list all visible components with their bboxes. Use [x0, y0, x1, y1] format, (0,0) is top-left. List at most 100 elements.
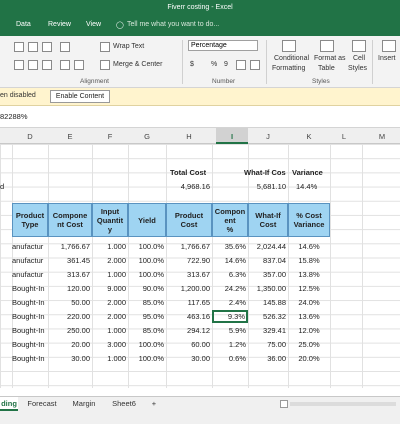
- table-cell[interactable]: 85.0%: [128, 298, 164, 307]
- formula-bar[interactable]: 82288%: [0, 106, 400, 128]
- insert-icon[interactable]: [382, 40, 396, 52]
- table-cell[interactable]: 313.67: [166, 270, 210, 279]
- table-cell[interactable]: 1.000: [92, 326, 126, 335]
- table-cell[interactable]: 2,024.44: [248, 242, 286, 251]
- table-cell[interactable]: 1,350.00: [248, 284, 286, 293]
- cell-styles-label-2[interactable]: Styles: [348, 65, 367, 72]
- align-top-icon[interactable]: [14, 42, 24, 52]
- table-cell[interactable]: 13.8%: [288, 270, 330, 279]
- table-cell[interactable]: 2.000: [92, 298, 126, 307]
- table-cell[interactable]: 100.0%: [128, 256, 164, 265]
- header-whatif-cost[interactable]: What-If Cost: [248, 203, 288, 237]
- format-as-table-label[interactable]: Format as: [314, 55, 346, 62]
- table-cell[interactable]: 294.12: [166, 326, 210, 335]
- conditional-formatting-label[interactable]: Conditional: [274, 55, 309, 62]
- table-cell[interactable]: 1,766.67: [166, 242, 210, 251]
- align-bottom-icon[interactable]: [42, 42, 52, 52]
- merge-center-icon[interactable]: [100, 60, 110, 70]
- wrap-text-button[interactable]: Wrap Text: [113, 43, 144, 50]
- table-cell[interactable]: 220.00: [48, 312, 90, 321]
- table-cell[interactable]: 0.6%: [212, 354, 246, 363]
- table-cell[interactable]: Bought-In: [12, 284, 48, 293]
- table-cell[interactable]: 329.41: [248, 326, 286, 335]
- table-cell[interactable]: 722.90: [166, 256, 210, 265]
- column-header-d[interactable]: D: [27, 132, 32, 141]
- table-cell[interactable]: 100.0%: [128, 340, 164, 349]
- table-cell[interactable]: 837.04: [248, 256, 286, 265]
- table-cell[interactable]: 36.00: [248, 354, 286, 363]
- orientation-icon[interactable]: [60, 42, 70, 52]
- table-cell[interactable]: 85.0%: [128, 326, 164, 335]
- table-cell[interactable]: 12.5%: [288, 284, 330, 293]
- table-cell[interactable]: 35.6%: [212, 242, 246, 251]
- table-cell[interactable]: 1,766.67: [48, 242, 90, 251]
- table-cell[interactable]: 1,200.00: [166, 284, 210, 293]
- table-cell[interactable]: 1.000: [92, 354, 126, 363]
- table-cell[interactable]: 12.0%: [288, 326, 330, 335]
- table-cell[interactable]: 361.45: [48, 256, 90, 265]
- variance-value[interactable]: 14.4%: [296, 182, 317, 191]
- sheet-tab-margin[interactable]: Margin: [64, 397, 104, 411]
- table-cell[interactable]: Bought-In: [12, 312, 48, 321]
- merge-center-button[interactable]: Merge & Center: [113, 61, 162, 68]
- align-left-icon[interactable]: [14, 60, 24, 70]
- table-cell[interactable]: 357.00: [248, 270, 286, 279]
- worksheet-grid[interactable]: [0, 144, 400, 388]
- tab-data[interactable]: Data: [16, 21, 31, 28]
- table-cell[interactable]: Bought-In: [12, 340, 48, 349]
- table-cell[interactable]: 15.8%: [288, 256, 330, 265]
- table-cell[interactable]: 526.32: [248, 312, 286, 321]
- sheet-tab-costing[interactable]: ding: [0, 397, 18, 411]
- table-cell[interactable]: Bought-In: [12, 326, 48, 335]
- header-component-percent[interactable]: Compon ent%: [212, 203, 248, 237]
- table-cell[interactable]: 14.6%: [212, 256, 246, 265]
- table-cell[interactable]: 6.3%: [212, 270, 246, 279]
- table-cell[interactable]: 75.00: [248, 340, 286, 349]
- table-cell[interactable]: anufactur: [12, 256, 48, 265]
- scroll-left-icon[interactable]: [280, 400, 288, 408]
- column-header-j[interactable]: J: [266, 132, 270, 141]
- header-input-quantity[interactable]: Input Quantit y: [92, 203, 128, 237]
- align-center-icon[interactable]: [28, 60, 38, 70]
- table-cell[interactable]: 117.65: [166, 298, 210, 307]
- percent-button[interactable]: %: [211, 61, 217, 68]
- table-cell[interactable]: anufactur: [12, 270, 48, 279]
- comma-button[interactable]: 9: [224, 61, 228, 68]
- add-sheet-button[interactable]: +: [148, 397, 160, 411]
- table-cell[interactable]: 30.00: [48, 354, 90, 363]
- cell-styles-icon[interactable]: [352, 40, 366, 52]
- table-cell[interactable]: 2.4%: [212, 298, 246, 307]
- increase-indent-icon[interactable]: [74, 60, 84, 70]
- increase-decimal-icon[interactable]: [236, 60, 246, 70]
- tell-me-input[interactable]: Tell me what you want to do...: [127, 21, 219, 28]
- header-product-type[interactable]: Product Type: [12, 203, 48, 237]
- total-cost-value[interactable]: 4,968.16: [166, 182, 210, 191]
- column-header-f[interactable]: F: [108, 132, 113, 141]
- sheet-tab-sheet6[interactable]: Sheet6: [106, 397, 142, 411]
- column-header-g[interactable]: G: [144, 132, 150, 141]
- header-cost-variance[interactable]: % Cost Variance: [288, 203, 330, 237]
- table-cell[interactable]: 13.6%: [288, 312, 330, 321]
- table-cell[interactable]: 9.000: [92, 284, 126, 293]
- table-cell[interactable]: 24.0%: [288, 298, 330, 307]
- tab-review[interactable]: Review: [48, 21, 71, 28]
- table-cell[interactable]: 145.88: [248, 298, 286, 307]
- selected-cell[interactable]: 9.3%: [212, 310, 248, 323]
- format-as-table-label-2[interactable]: Table: [318, 65, 335, 72]
- table-cell[interactable]: 100.0%: [128, 354, 164, 363]
- cell-styles-label[interactable]: Cell: [353, 55, 365, 62]
- column-header-i[interactable]: I: [231, 132, 233, 141]
- whatif-cost-value[interactable]: 5,681.10: [248, 182, 286, 191]
- column-header-k[interactable]: K: [306, 132, 311, 141]
- table-cell[interactable]: 20.0%: [288, 354, 330, 363]
- table-cell[interactable]: 100.0%: [128, 242, 164, 251]
- header-component-cost[interactable]: Compone nt Cost: [48, 203, 92, 237]
- table-cell[interactable]: 2.000: [92, 312, 126, 321]
- table-cell[interactable]: 463.16: [166, 312, 210, 321]
- insert-button[interactable]: Insert: [378, 55, 396, 62]
- column-header-e[interactable]: E: [67, 132, 72, 141]
- column-header-h[interactable]: H: [186, 132, 191, 141]
- column-header-l[interactable]: L: [342, 132, 346, 141]
- table-cell[interactable]: 30.00: [166, 354, 210, 363]
- tab-view[interactable]: View: [86, 21, 101, 28]
